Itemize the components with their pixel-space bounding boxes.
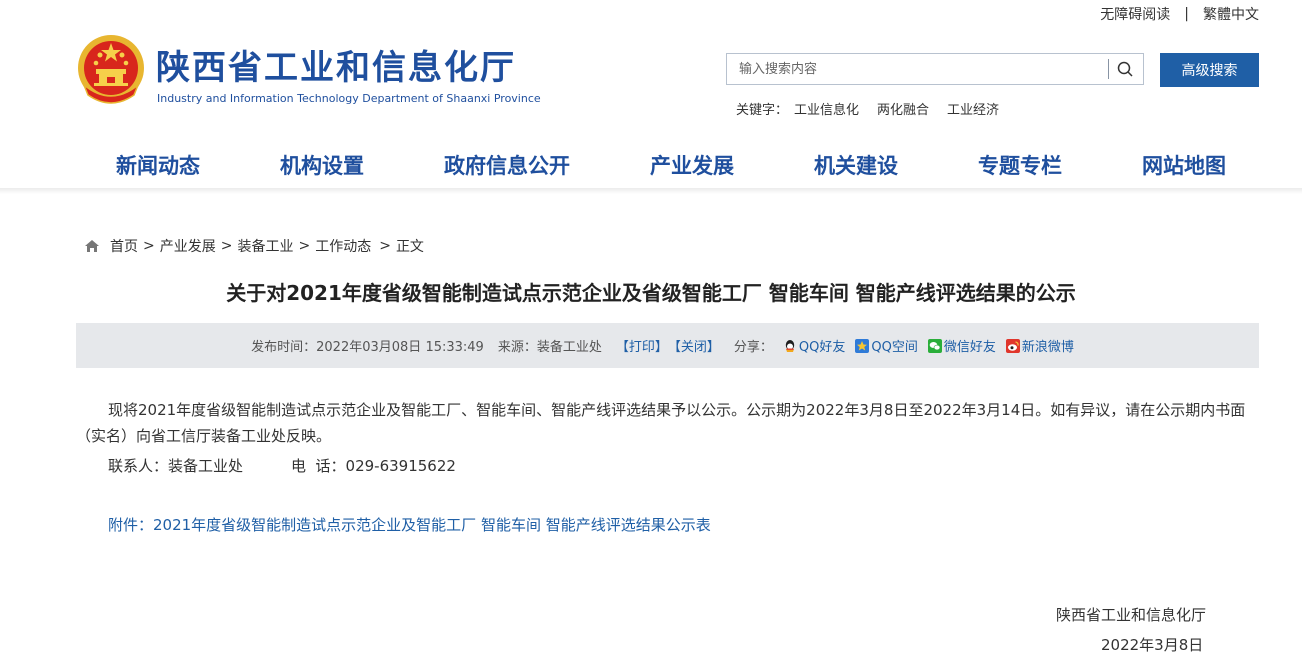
nav-item-organization[interactable]: 机构设置 [240,150,404,180]
nav-item-industry[interactable]: 产业发展 [610,150,774,180]
contact-line: 联系人：装备工业处 电 话：029-63915622 [108,455,456,476]
share-label-text: QQ好友 [798,340,846,355]
article-source: 来源：装备工业处 [497,340,602,355]
nav-divider [0,188,1302,194]
breadcrumb-equipment[interactable]: 装备工业 [237,236,293,256]
main-nav: 新闻动态 机构设置 政府信息公开 产业发展 机关建设 专题专栏 网站地图 [76,150,1260,180]
contact-phone: 电 话：029-63915622 [291,457,456,475]
site-subtitle: Industry and Information Technology Depa… [157,92,541,105]
home-icon [84,239,100,253]
utility-links: 无障碍阅读 | 繁體中文 [1100,4,1259,24]
nav-item-topics[interactable]: 专题专栏 [938,150,1102,180]
accessibility-link[interactable]: 无障碍阅读 [1100,4,1170,24]
breadcrumb-home[interactable]: 首页 [110,236,138,256]
article-meta-bar: 发布时间：2022年03月08日 15:33:49 来源：装备工业处 【打印】 … [76,323,1259,368]
search-button[interactable] [1107,54,1143,84]
breadcrumb-separator: > [298,238,311,254]
breadcrumb-current: 正文 [395,239,424,255]
wechat-icon [927,338,942,353]
keyword-link[interactable]: 两化融合 [877,99,929,118]
keywords-label: 关键字： [736,103,789,118]
signature-organization: 陕西省工业和信息化厅 [1056,606,1207,624]
share-qzone[interactable]: QQ空间 [855,336,918,355]
breadcrumb-work-news[interactable]: 工作动态 [315,236,371,256]
contact-person: 联系人：装备工业处 [108,457,244,475]
nav-item-news[interactable]: 新闻动态 [76,150,240,180]
breadcrumb-separator: > [143,238,155,254]
article-title: 关于对2021年度省级智能制造试点示范企业及省级智能工厂 智能车间 智能产线评选… [226,281,1076,305]
share-label-text: 新浪微博 [1021,340,1074,355]
nav-item-party-building[interactable]: 机关建设 [774,150,938,180]
keyword-link[interactable]: 工业经济 [947,99,999,118]
utility-separator: | [1184,6,1189,22]
share-wechat[interactable]: 微信好友 [927,336,996,355]
search-input[interactable] [727,54,1107,84]
qq-icon [783,339,797,353]
share-qq-friends[interactable]: QQ好友 [783,336,845,355]
search-keywords: 关键字： 工业信息化 两化融合 工业经济 [736,99,1017,118]
signature-date: 2022年3月8日 [1101,636,1204,654]
breadcrumb: 首页 > 产业发展 > 装备工业 > 工作动态 > 正文 [84,236,424,256]
nav-item-gov-info[interactable]: 政府信息公开 [404,150,610,180]
publish-time: 发布时间：2022年03月08日 15:33:49 [251,340,484,355]
close-button[interactable]: 【关闭】 [668,336,720,355]
weibo-icon [1005,338,1020,353]
traditional-chinese-link[interactable]: 繁體中文 [1203,4,1259,24]
qzone-icon [855,338,870,353]
search-box [726,53,1144,85]
national-emblem-icon[interactable] [76,33,146,107]
share-label-text: QQ空间 [871,340,918,355]
search-icon [1117,61,1133,77]
article-paragraph: 现将2021年度省级智能制造试点示范企业及智能工厂、智能车间、智能产线评选结果予… [76,401,1246,445]
breadcrumb-separator: > [379,238,391,254]
share-weibo[interactable]: 新浪微博 [1005,336,1074,355]
share-label: 分享： [733,340,773,355]
attachment-link[interactable]: 附件：2021年度省级智能制造试点示范企业及智能工厂 智能车间 智能产线评选结果… [108,514,711,535]
print-button[interactable]: 【打印】 [616,336,668,355]
breadcrumb-separator: > [220,238,233,254]
breadcrumb-industry[interactable]: 产业发展 [160,236,216,256]
site-title[interactable]: 陕西省工业和信息化厅 [156,40,516,89]
keyword-link[interactable]: 工业信息化 [794,99,859,118]
nav-item-sitemap[interactable]: 网站地图 [1102,150,1266,180]
share-label-text: 微信好友 [943,340,996,355]
advanced-search-button[interactable]: 高级搜索 [1160,53,1259,87]
